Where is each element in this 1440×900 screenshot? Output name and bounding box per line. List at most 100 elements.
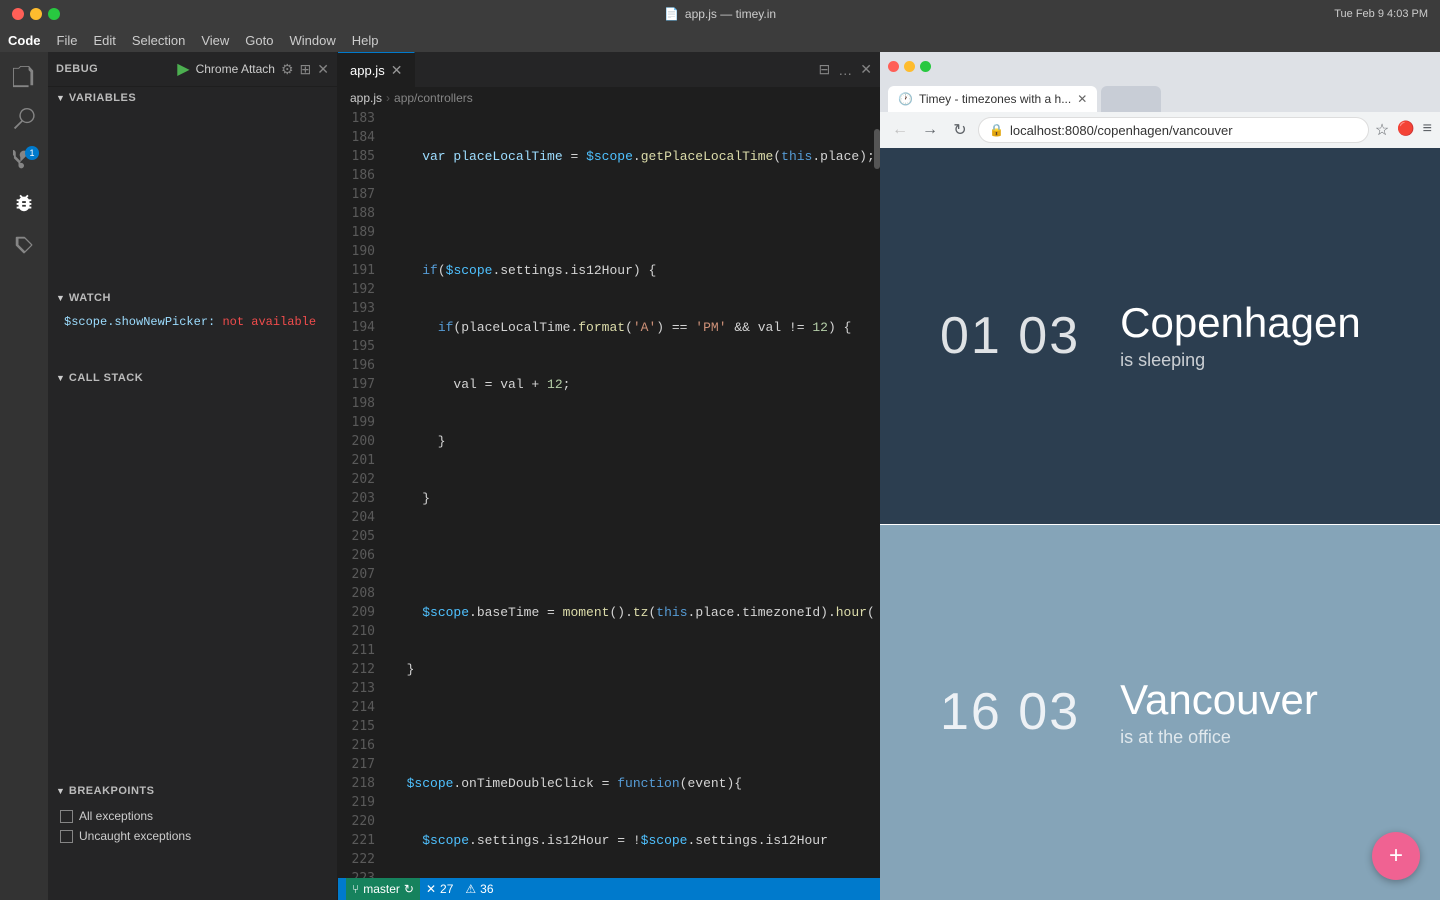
bookmark-icon[interactable]: ☆: [1375, 120, 1389, 140]
sync-icon: ↻: [404, 882, 414, 896]
editor-content[interactable]: 183 184 185 186 187 188 189 190 191 192 …: [338, 109, 880, 878]
watch-header[interactable]: ▼ WATCH: [48, 287, 337, 309]
extensions-icon[interactable]: [7, 228, 41, 262]
traffic-lights: [12, 8, 60, 20]
browser-minimize-button[interactable]: [904, 61, 915, 72]
debug-controls: ▶ Chrome Attach ⚙ ⊞ ✕: [177, 59, 329, 79]
activity-bar: 1: [0, 52, 48, 900]
menu-code[interactable]: Code: [8, 33, 41, 48]
explorer-icon[interactable]: [7, 60, 41, 94]
variables-content: [48, 109, 337, 117]
menu-file[interactable]: File: [57, 33, 78, 48]
continue-button[interactable]: ▶: [177, 59, 189, 79]
reload-button[interactable]: ↻: [948, 120, 972, 140]
source-control-icon[interactable]: 1: [7, 144, 41, 178]
url-text: localhost:8080/copenhagen/vancouver: [1010, 123, 1233, 138]
callstack-arrow: ▼: [56, 373, 65, 383]
lock-icon: 🔒: [989, 123, 1004, 137]
breakpoints-section: ▼ BREAKPOINTS All exceptions Uncaught ex…: [48, 780, 337, 900]
variables-header[interactable]: ▼ VARIABLES: [48, 87, 337, 109]
menu-icon[interactable]: ≡: [1423, 120, 1432, 140]
breakpoints-header[interactable]: ▼ BREAKPOINTS: [48, 780, 337, 802]
watch-title: WATCH: [69, 292, 111, 304]
callstack-header[interactable]: ▼ CALL STACK: [48, 367, 337, 389]
window-title: 📄 app.js — timey.in: [664, 7, 776, 21]
forward-button[interactable]: →: [918, 121, 942, 139]
git-icon: ⑂: [352, 882, 359, 896]
main-area: 1 DEBUG ▶ Chrome Attach ⚙ ⊞ ✕ ▼ VARIABLE…: [0, 52, 1440, 900]
all-exceptions-checkbox[interactable]: [60, 810, 73, 823]
fullscreen-button[interactable]: [48, 8, 60, 20]
menu-edit[interactable]: Edit: [93, 33, 115, 48]
title-bar: 📄 app.js — timey.in Tue Feb 9 4:03 PM: [0, 0, 1440, 28]
breakpoints-title: BREAKPOINTS: [69, 785, 155, 797]
breadcrumb-file[interactable]: app.js: [350, 91, 382, 105]
new-tab[interactable]: [1101, 86, 1161, 112]
errors-count[interactable]: ✕ 27: [420, 878, 459, 900]
git-branch[interactable]: ⑂ master ↻: [346, 878, 420, 900]
menu-help[interactable]: Help: [352, 33, 379, 48]
breakpoint-all-exceptions[interactable]: All exceptions: [48, 806, 337, 826]
address-bar[interactable]: 🔒 localhost:8080/copenhagen/vancouver: [978, 117, 1369, 143]
browser-tabs-bar: 🕐 Timey - timezones with a h... ✕: [880, 80, 1440, 112]
vancouver-status: is at the office: [1120, 727, 1318, 748]
warning-icon: ⚠: [465, 882, 476, 896]
run-config-label: Chrome Attach: [196, 62, 275, 76]
copenhagen-time: 01 03: [940, 306, 1080, 366]
title-bar-right: Tue Feb 9 4:03 PM: [1334, 8, 1428, 20]
debug-panel: DEBUG ▶ Chrome Attach ⚙ ⊞ ✕ ▼ VARIABLES …: [48, 52, 338, 900]
search-icon[interactable]: [7, 102, 41, 136]
browser-tab-timey[interactable]: 🕐 Timey - timezones with a h... ✕: [888, 86, 1097, 112]
close-editor-icon[interactable]: ✕: [860, 61, 872, 78]
watch-arrow: ▼: [56, 293, 65, 303]
menu-selection[interactable]: Selection: [132, 33, 185, 48]
back-button[interactable]: ←: [888, 121, 912, 139]
city-card-copenhagen: 01 03 Copenhagen is sleeping: [880, 148, 1440, 524]
browser-chrome-bar: [880, 52, 1440, 80]
watch-section: ▼ WATCH $scope.showNewPicker: not availa…: [48, 287, 337, 367]
code-editor[interactable]: var placeLocalTime = $scope.getPlaceLoca…: [383, 109, 874, 878]
plus-icon: +: [1389, 842, 1403, 870]
add-city-button[interactable]: +: [1372, 832, 1420, 880]
error-icon: ✕: [426, 882, 436, 896]
browser-close-button[interactable]: [888, 61, 899, 72]
editor-tabs: app.js ✕ ⊟ … ✕: [338, 52, 880, 87]
tab-app-js[interactable]: app.js ✕: [338, 52, 415, 87]
browser-nav-bar: ← → ↻ 🔒 localhost:8080/copenhagen/vancou…: [880, 112, 1440, 148]
minimize-button[interactable]: [30, 8, 42, 20]
menu-bar: Code File Edit Selection View Goto Windo…: [0, 28, 1440, 52]
close-button[interactable]: [12, 8, 24, 20]
warnings-count[interactable]: ⚠ 36: [459, 878, 499, 900]
breakpoints-content: All exceptions Uncaught exceptions: [48, 802, 337, 850]
browser-traffic-lights: [888, 61, 931, 72]
uncaught-exceptions-checkbox[interactable]: [60, 830, 73, 843]
breadcrumb-path[interactable]: app/controllers: [394, 91, 473, 105]
tab-filename: app.js: [350, 63, 385, 78]
split-editor-icon[interactable]: ⊟: [819, 61, 831, 78]
menu-view[interactable]: View: [201, 33, 229, 48]
close-panel-button[interactable]: ✕: [317, 61, 329, 78]
editor-area: app.js ✕ ⊟ … ✕ app.js › app/controllers …: [338, 52, 880, 900]
watch-value: not available: [222, 315, 316, 329]
tab-close-icon[interactable]: ✕: [391, 62, 403, 79]
breadcrumb-separator: ›: [386, 91, 390, 105]
settings-button[interactable]: ⚙: [281, 61, 294, 78]
menu-window[interactable]: Window: [289, 33, 335, 48]
breakpoint-uncaught-exceptions[interactable]: Uncaught exceptions: [48, 826, 337, 846]
extension-icon[interactable]: 🔴: [1397, 120, 1414, 140]
variables-title: VARIABLES: [69, 92, 136, 104]
debug-icon[interactable]: [7, 186, 41, 220]
split-editor-button[interactable]: ⊞: [300, 61, 312, 78]
branch-name: master: [363, 882, 400, 896]
uncaught-exceptions-label: Uncaught exceptions: [79, 829, 191, 843]
debug-header: DEBUG ▶ Chrome Attach ⚙ ⊞ ✕: [48, 52, 337, 87]
browser-fullscreen-button[interactable]: [920, 61, 931, 72]
browser-content: 01 03 Copenhagen is sleeping 16 03 Vanco…: [880, 148, 1440, 900]
breakpoints-arrow: ▼: [56, 786, 65, 796]
all-exceptions-label: All exceptions: [79, 809, 153, 823]
tab-close-button[interactable]: ✕: [1077, 92, 1087, 106]
menu-goto[interactable]: Goto: [245, 33, 273, 48]
line-numbers: 183 184 185 186 187 188 189 190 191 192 …: [338, 109, 383, 878]
watch-item: $scope.showNewPicker: not available: [48, 313, 337, 331]
more-actions-icon[interactable]: …: [838, 62, 852, 78]
